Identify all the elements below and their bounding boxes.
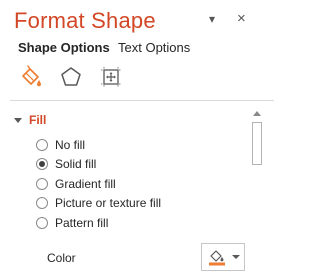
chevron-down-icon [232,255,240,259]
tab-text-options[interactable]: Text Options [118,40,190,56]
close-pane-button[interactable]: × [237,11,246,27]
tab-shape-options[interactable]: Shape Options [18,40,110,56]
vertical-scrollbar[interactable] [250,107,264,278]
radio-button[interactable] [36,178,48,190]
chevron-down-icon [14,117,22,123]
paint-bucket-icon [209,250,225,266]
fill-line-icon[interactable] [18,64,44,90]
radio-no-fill[interactable]: No fill [36,137,85,153]
radio-label: Gradient fill [55,177,116,191]
pane-title: Format Shape [14,8,156,33]
radio-label: Pattern fill [55,216,109,230]
radio-button-selected[interactable] [36,158,48,170]
size-properties-icon[interactable] [98,64,124,90]
scroll-thumb[interactable] [252,122,262,165]
fill-section: Fill No fill Solid fill Gradient fill Pi… [0,101,250,278]
fill-section-label: Fill [29,113,47,127]
format-shape-pane: Format Shape ▾ × Shape Options Text Opti… [0,0,280,278]
color-label: Color [47,251,76,265]
radio-picture-texture-fill[interactable]: Picture or texture fill [36,195,161,211]
radio-label: Solid fill [55,157,97,171]
radio-label: No fill [55,138,86,152]
radio-button[interactable] [36,217,48,229]
radio-label: Picture or texture fill [55,196,162,210]
fill-color-picker[interactable] [201,243,245,271]
pane-options-dropdown[interactable]: ▾ [209,11,215,27]
radio-button[interactable] [36,139,48,151]
radio-button[interactable] [36,197,48,209]
effects-icon[interactable] [58,64,84,90]
radio-gradient-fill[interactable]: Gradient fill [36,176,116,192]
radio-solid-fill[interactable]: Solid fill [36,156,96,172]
scroll-up-arrow-icon[interactable] [253,111,261,116]
fill-section-header[interactable]: Fill [14,113,46,127]
radio-pattern-fill[interactable]: Pattern fill [36,215,108,231]
